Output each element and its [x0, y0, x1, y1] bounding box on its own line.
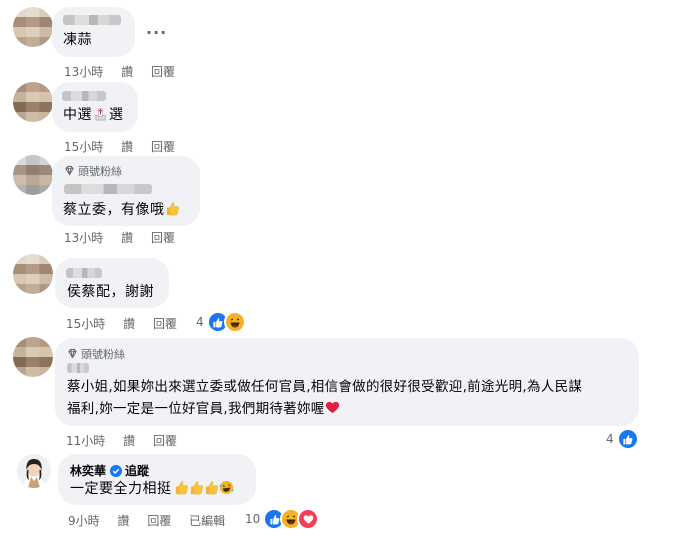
ballot-box-icon — [95, 108, 106, 121]
comment-meta: 9小時 讚 回覆 已編輯 — [68, 512, 225, 529]
reply-button[interactable]: 回覆 — [151, 229, 175, 246]
comment-text: 一定要全力相挺 — [70, 479, 234, 499]
top-fan-badge: 頭號粉絲 — [67, 346, 125, 362]
heart-icon — [325, 401, 339, 414]
comment-text: 凍蒜 — [63, 32, 92, 48]
like-button[interactable]: 讚 — [121, 63, 133, 80]
comment-bubble: 頭號粉絲 蔡立委，有像哦 — [52, 156, 200, 226]
top-fan-badge: 頭號粉絲 — [64, 163, 122, 179]
comment-bubble: 侯蔡配，謝謝 — [55, 258, 169, 308]
reply-button[interactable]: 回覆 — [151, 63, 175, 80]
love-reaction-icon — [297, 508, 320, 530]
avatar[interactable] — [13, 7, 53, 47]
thumbs-up-icon — [166, 202, 179, 216]
timestamp[interactable]: 15小時 — [66, 315, 105, 332]
like-button[interactable]: 讚 — [123, 315, 135, 332]
comment-text: 侯蔡配，謝謝 — [67, 284, 154, 300]
reply-button[interactable]: 回覆 — [151, 138, 175, 155]
reaction-count: 4 — [606, 432, 614, 446]
like-button[interactable]: 讚 — [117, 512, 129, 529]
follow-button[interactable]: 追蹤 — [125, 464, 149, 478]
comment-bubble: 頭號粉絲 蔡小姐,如果妳出來選立委或做任何官員,相信會做的很好很受歡迎,前途光明… — [55, 338, 639, 426]
thumbs-up-icon — [190, 481, 203, 495]
author-name-blurred[interactable] — [67, 363, 89, 373]
reaction-summary[interactable]: 4 — [606, 428, 639, 450]
avatar[interactable] — [13, 254, 53, 294]
reaction-count: 10 — [245, 512, 261, 526]
badge-label: 頭號粉絲 — [81, 348, 125, 361]
profile-photo — [17, 454, 51, 488]
comment-text: 中選 選 — [63, 105, 124, 125]
comment-text-line-2: 福利,妳一定是一位好官員,我們期待著妳喔 — [67, 399, 340, 419]
haha-reaction-icon — [223, 311, 246, 333]
timestamp[interactable]: 9小時 — [68, 512, 100, 529]
avatar[interactable] — [13, 82, 53, 122]
thumbs-up-icon — [175, 481, 188, 495]
comment-meta: 13小時 讚 回覆 — [64, 229, 175, 246]
timestamp[interactable]: 11小時 — [66, 432, 105, 449]
thumbs-up-icon — [205, 481, 218, 495]
avatar[interactable] — [13, 337, 53, 377]
like-button[interactable]: 讚 — [121, 138, 133, 155]
author-name-blurred[interactable] — [62, 91, 106, 101]
comment-meta: 13小時 讚 回覆 — [64, 63, 175, 80]
reaction-summary[interactable]: 10 — [245, 508, 320, 530]
author-name-blurred[interactable] — [66, 268, 102, 278]
timestamp[interactable]: 13小時 — [64, 229, 103, 246]
comment-text-line-1: 蔡小姐,如果妳出來選立委或做任何官員,相信會做的很好很受歡迎,前途光明,為人民謀 — [67, 379, 583, 395]
reply-button[interactable]: 回覆 — [153, 315, 177, 332]
like-button[interactable]: 讚 — [121, 229, 133, 246]
diamond-badge-icon — [68, 348, 77, 359]
avatar[interactable] — [13, 155, 53, 195]
comment-text: 蔡立委，有像哦 — [63, 200, 180, 220]
comment-bubble: 中選 選 — [52, 82, 138, 132]
comment-meta: 15小時 讚 回覆 — [64, 138, 175, 155]
comment-bubble: 凍蒜 — [52, 7, 135, 57]
verified-icon — [110, 465, 123, 477]
comment-text-end: 選 — [109, 107, 124, 123]
more-options-icon[interactable]: ··· — [146, 23, 167, 42]
author-name: 林奕華 追蹤 — [70, 462, 149, 479]
edited-label[interactable]: 已編輯 — [189, 512, 225, 529]
comment-text-content: 蔡立委，有像哦 — [63, 202, 165, 218]
comment-meta: 11小時 讚 回覆 — [66, 432, 177, 449]
reaction-summary[interactable]: 4 — [196, 311, 246, 333]
page-owner-avatar[interactable] — [17, 454, 51, 488]
diamond-badge-icon — [65, 165, 74, 176]
reply-button[interactable]: 回覆 — [147, 512, 171, 529]
author-name-blurred[interactable] — [64, 184, 152, 194]
like-button[interactable]: 讚 — [123, 432, 135, 449]
comment-bubble: 林奕華 追蹤 一定要全力相挺 — [58, 454, 256, 505]
author-name-blurred[interactable] — [63, 15, 121, 25]
reaction-count: 4 — [196, 315, 204, 329]
comment-text-content: 福利,妳一定是一位好官員,我們期待著妳喔 — [67, 401, 325, 417]
comment-meta: 15小時 讚 回覆 — [66, 315, 177, 332]
comment-text-content: 一定要全力相挺 — [70, 481, 172, 497]
like-reaction-icon — [616, 428, 639, 450]
timestamp[interactable]: 13小時 — [64, 63, 103, 80]
badge-label: 頭號粉絲 — [78, 165, 122, 178]
comment-text-start: 中選 — [63, 107, 92, 123]
author-name-text[interactable]: 林奕華 — [70, 464, 106, 478]
timestamp[interactable]: 15小時 — [64, 138, 103, 155]
rolling-laughing-icon — [219, 480, 233, 495]
reply-button[interactable]: 回覆 — [153, 432, 177, 449]
